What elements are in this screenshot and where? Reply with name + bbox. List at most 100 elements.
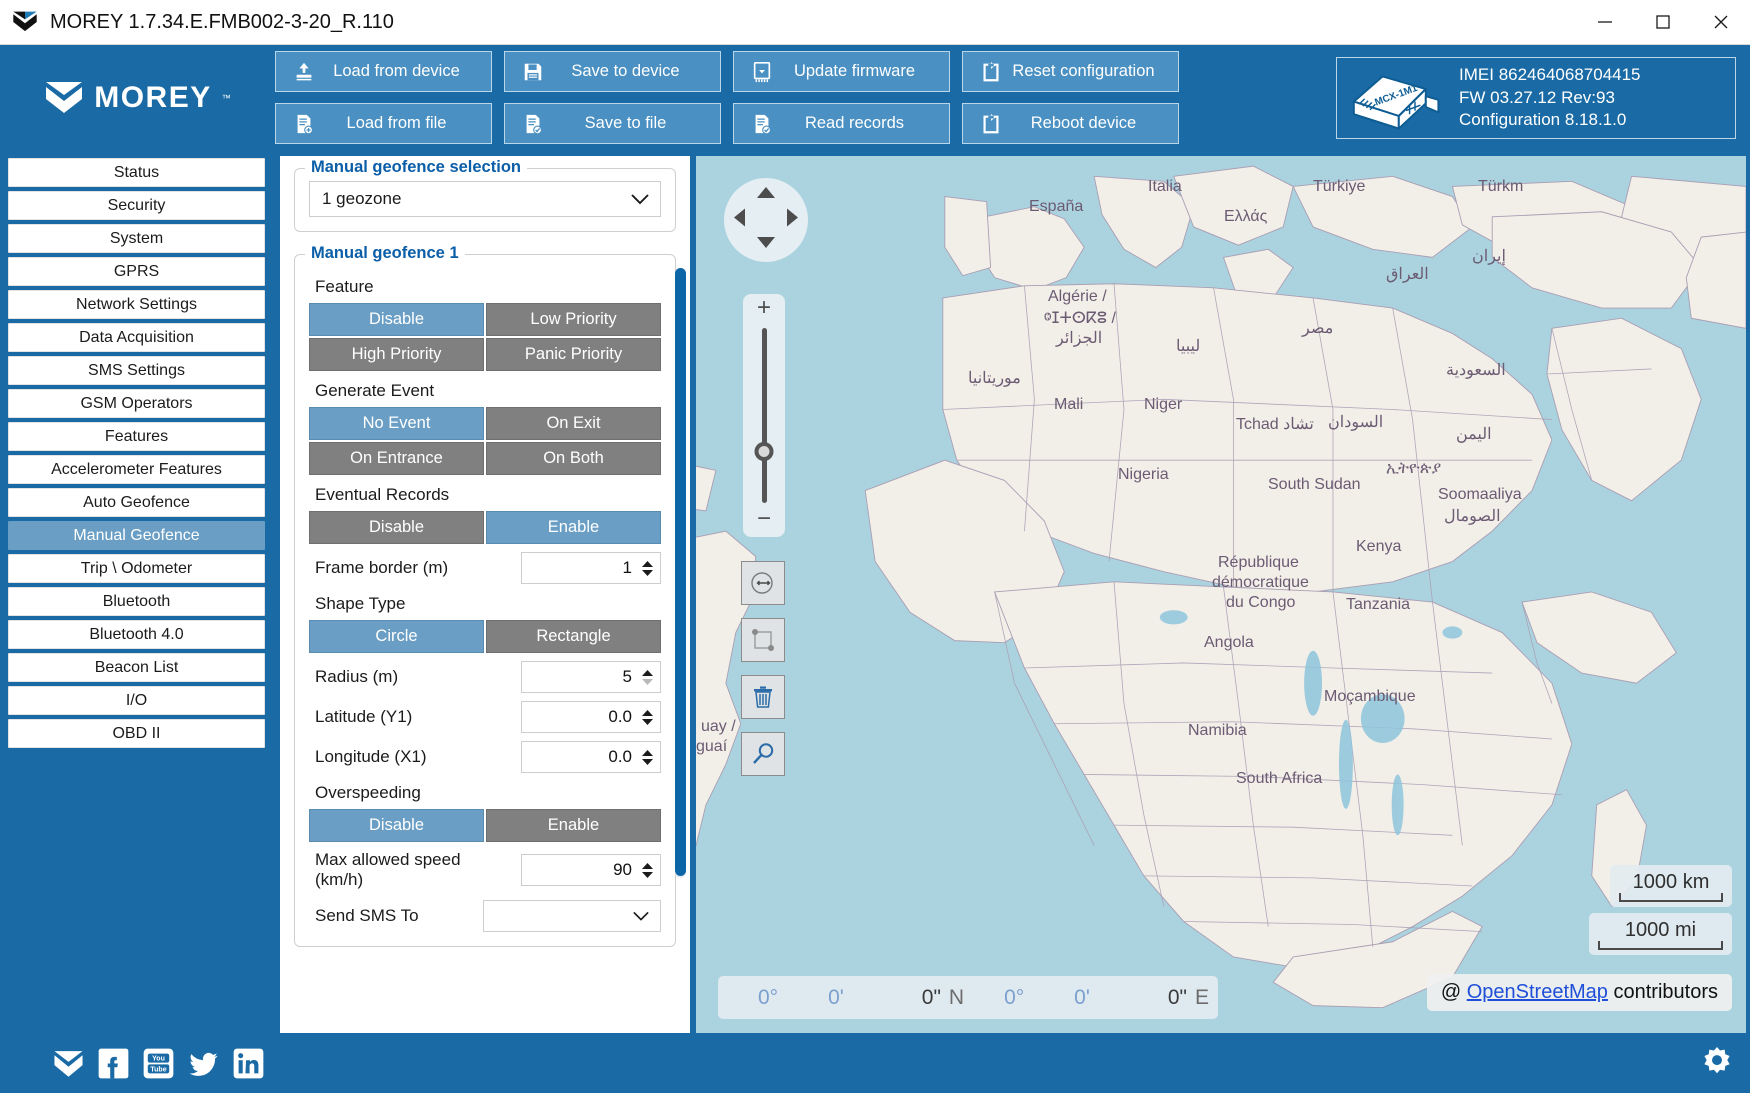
arrow-up-icon[interactable] [756, 186, 776, 204]
delete-geofence-tool[interactable] [741, 675, 785, 719]
form-scrollbar-thumb[interactable] [675, 268, 686, 876]
sidebar-item-beacon-list[interactable]: Beacon List [8, 653, 265, 682]
sidebar-item-auto-geofence[interactable]: Auto Geofence [8, 488, 265, 517]
sidebar-item-security[interactable]: Security [8, 191, 265, 220]
shape-type-option-rectangle[interactable]: Rectangle [486, 620, 661, 653]
coord-lon-minutes[interactable]: 0' [1074, 986, 1090, 1010]
read-records-button[interactable]: Read records [733, 103, 950, 144]
stepper-arrows[interactable] [638, 862, 660, 879]
max-speed-stepper[interactable]: 90 [521, 854, 661, 886]
feature-option-high-priority[interactable]: High Priority [309, 338, 484, 371]
coord-lat-minutes[interactable]: 0' [828, 986, 844, 1010]
map-coordinate-bar[interactable]: 0° 0' 0" N 0° 0' 0" E [718, 976, 1218, 1019]
load-from-file-button[interactable]: Load from file [275, 103, 492, 144]
send-sms-select[interactable] [483, 900, 661, 932]
eventual-records-option-disable[interactable]: Disable [309, 511, 484, 544]
sidebar-item-network-settings[interactable]: Network Settings [8, 290, 265, 319]
coord-lat-degrees[interactable]: 0° [758, 986, 778, 1010]
stepper-arrows[interactable] [638, 749, 660, 766]
settings-button[interactable] [1702, 1046, 1732, 1081]
map-view[interactable]: España Italia Ελλάς Türkiye Türkm العراق… [696, 156, 1746, 1033]
zoom-slider-track[interactable] [754, 328, 774, 503]
close-button[interactable] [1692, 0, 1750, 44]
longitude-stepper[interactable]: 0.0 [521, 741, 661, 773]
stepper-up-icon[interactable] [641, 709, 654, 717]
update-firmware-button[interactable]: Update firmware [733, 51, 950, 92]
zoom-slider-thumb[interactable] [754, 442, 774, 461]
zoom-out-button[interactable]: − [757, 507, 771, 533]
generate-event-option-on-exit[interactable]: On Exit [486, 407, 661, 440]
sidebar-item-trip-odometer[interactable]: Trip \ Odometer [8, 554, 265, 583]
sidebar-item-status[interactable]: Status [8, 158, 265, 187]
coord-lon-degrees[interactable]: 0° [1004, 986, 1024, 1010]
geozone-select[interactable]: 1 geozone [309, 181, 661, 217]
arrow-down-icon[interactable] [756, 236, 776, 254]
map-pan-control[interactable] [724, 178, 808, 262]
map-canvas[interactable] [696, 156, 1746, 1033]
youtube-link[interactable]: You Tube [142, 1047, 175, 1080]
map-zoom-slider[interactable]: + − [743, 294, 785, 537]
latitude-stepper[interactable]: 0.0 [521, 701, 661, 733]
save-to-file-button[interactable]: Save to file [504, 103, 721, 144]
overspeeding-option-disable[interactable]: Disable [309, 809, 484, 842]
minimize-button[interactable] [1576, 0, 1634, 44]
stepper-up-icon[interactable] [641, 560, 654, 568]
feature-option-panic-priority[interactable]: Panic Priority [486, 338, 661, 371]
openstreetmap-link[interactable]: OpenStreetMap [1467, 981, 1608, 1003]
generate-event-option-on-both[interactable]: On Both [486, 442, 661, 475]
overspeeding-option-enable[interactable]: Enable [486, 809, 661, 842]
facebook-link[interactable] [97, 1047, 130, 1080]
arrow-left-icon[interactable] [733, 208, 746, 233]
shape-type-option-circle[interactable]: Circle [309, 620, 484, 653]
radius-stepper[interactable]: 5 [521, 661, 661, 693]
eventual-records-option-enable[interactable]: Enable [486, 511, 661, 544]
stepper-down-icon[interactable] [641, 678, 654, 686]
sidebar-item-features[interactable]: Features [8, 422, 265, 451]
sidebar-item-io[interactable]: I/O [8, 686, 265, 715]
arrow-right-icon[interactable] [786, 208, 799, 233]
sidebar-item-gsm-operators[interactable]: GSM Operators [8, 389, 265, 418]
draw-circle-geofence-tool[interactable] [741, 561, 785, 605]
coord-lon-seconds[interactable]: 0" [1168, 986, 1187, 1010]
twitter-link[interactable] [187, 1047, 220, 1080]
save-to-device-button[interactable]: Save to device [504, 51, 721, 92]
zoom-in-button[interactable]: + [757, 296, 771, 322]
eventual-records-segment-group: Disable Enable [309, 511, 661, 544]
stepper-up-icon[interactable] [641, 749, 654, 757]
coord-lat-seconds[interactable]: 0" [922, 986, 941, 1010]
search-location-tool[interactable] [741, 732, 785, 776]
linkedin-link[interactable] [232, 1047, 265, 1080]
sidebar-item-manual-geofence[interactable]: Manual Geofence [8, 521, 265, 550]
sidebar-item-gprs[interactable]: GPRS [8, 257, 265, 286]
stepper-down-icon[interactable] [641, 758, 654, 766]
sidebar-item-bluetooth[interactable]: Bluetooth [8, 587, 265, 616]
stepper-down-icon[interactable] [641, 569, 654, 577]
stepper-up-icon[interactable] [641, 669, 654, 677]
sidebar-item-obd-ii[interactable]: OBD II [8, 719, 265, 748]
gear-icon [1704, 1047, 1730, 1074]
stepper-down-icon[interactable] [641, 718, 654, 726]
stepper-up-icon[interactable] [641, 862, 654, 870]
reboot-device-button[interactable]: Reboot device [962, 103, 1179, 144]
sidebar-item-system[interactable]: System [8, 224, 265, 253]
reset-configuration-button[interactable]: Reset configuration [962, 51, 1179, 92]
draw-rectangle-geofence-tool[interactable] [741, 618, 785, 662]
sidebar-item-accelerometer-features[interactable]: Accelerometer Features [8, 455, 265, 484]
frame-border-stepper[interactable]: 1 [521, 552, 661, 584]
load-from-device-button[interactable]: Load from device [275, 51, 492, 92]
maximize-button[interactable] [1634, 0, 1692, 44]
feature-option-low-priority[interactable]: Low Priority [486, 303, 661, 336]
generate-event-option-no-event[interactable]: No Event [309, 407, 484, 440]
sidebar-item-bluetooth-40[interactable]: Bluetooth 4.0 [8, 620, 265, 649]
morey-social-link[interactable] [52, 1047, 85, 1080]
stepper-down-icon[interactable] [641, 871, 654, 879]
stepper-arrows[interactable] [638, 709, 660, 726]
generate-event-option-on-entrance[interactable]: On Entrance [309, 442, 484, 475]
sidebar-item-sms-settings[interactable]: SMS Settings [8, 356, 265, 385]
scale-km-label: 1000 km [1632, 870, 1710, 893]
reboot-arrow-icon [979, 112, 1003, 136]
stepper-arrows[interactable] [638, 560, 660, 577]
feature-option-disable[interactable]: Disable [309, 303, 484, 336]
sidebar-item-data-acquisition[interactable]: Data Acquisition [8, 323, 265, 352]
stepper-arrows[interactable] [638, 669, 660, 686]
